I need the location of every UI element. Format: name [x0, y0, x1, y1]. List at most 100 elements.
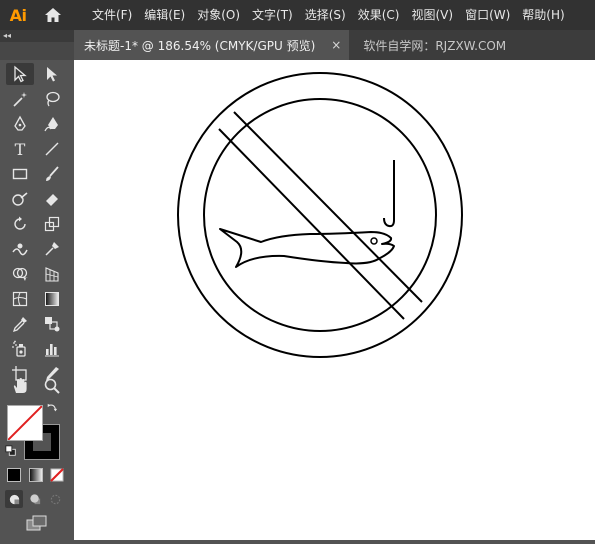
hand-tool[interactable] [6, 375, 34, 397]
menu-items: 文件(F) 编辑(E) 对象(O) 文字(T) 选择(S) 效果(C) 视图(V… [86, 0, 571, 30]
fishing-hook[interactable] [383, 160, 395, 228]
eyedropper-tool[interactable] [6, 313, 34, 335]
document-tab-bar: 未标题-1* @ 186.54% (CMYK/GPU 预览) × 软件自学网：R… [74, 30, 595, 60]
line-segment-tool-icon [45, 142, 59, 156]
pen-tool-icon [14, 115, 26, 131]
paintbrush-tool-icon [46, 166, 59, 181]
tab-close-button[interactable]: × [331, 38, 341, 52]
draw-behind-button[interactable] [26, 490, 44, 508]
gradient-swatch-icon [29, 468, 43, 482]
app-logo: Ai [9, 5, 27, 25]
lasso-tool[interactable] [38, 88, 66, 110]
magic-wand-tool-icon [13, 92, 27, 107]
toolbar-collapse-button[interactable]: ◂◂ [0, 30, 74, 42]
draw-inside-button[interactable] [46, 490, 64, 508]
change-screen-mode-button[interactable] [23, 514, 51, 532]
tools-panel: T [0, 42, 74, 540]
menu-window[interactable]: 窗口(W) [459, 0, 516, 30]
home-button[interactable] [36, 0, 70, 30]
lasso-tool-icon [46, 91, 60, 107]
scale-tool[interactable] [38, 213, 66, 235]
gradient-mode-button[interactable] [27, 466, 45, 484]
hand-tool-icon [13, 378, 27, 393]
menu-bar: Ai 文件(F) 编辑(E) 对象(O) 文字(T) 选择(S) 效果(C) 视… [0, 0, 595, 30]
sign-outer-ring[interactable] [177, 72, 463, 358]
gradient-tool[interactable] [38, 288, 66, 310]
default-colors-icon [5, 445, 16, 456]
type-tool-icon: T [14, 139, 26, 159]
symbol-sprayer-tool[interactable] [6, 338, 34, 360]
shaper-tool[interactable] [6, 188, 34, 210]
no-fishing-sign-artwork[interactable] [74, 60, 595, 540]
tab-watermark-site[interactable]: 软件自学网：RJZXW.COM [349, 30, 516, 60]
type-tool[interactable]: T [6, 138, 34, 160]
color-mode-button[interactable] [5, 466, 23, 484]
draw-normal-icon [9, 494, 19, 504]
pen-tool[interactable] [6, 113, 34, 135]
line-segment-tool[interactable] [38, 138, 66, 160]
home-icon [45, 8, 61, 22]
zoom-tool[interactable] [38, 375, 66, 397]
menu-select[interactable]: 选择(S) [299, 0, 352, 30]
prohibition-line-lower[interactable] [218, 128, 405, 320]
direct-selection-tool[interactable] [38, 63, 66, 85]
mesh-tool[interactable] [6, 288, 34, 310]
puppet-warp-tool[interactable] [38, 238, 66, 260]
tab-title-secondary: 软件自学网：RJZXW.COM [363, 38, 507, 53]
fill-color-swatch[interactable] [7, 405, 43, 441]
menu-type[interactable]: 文字(T) [246, 0, 299, 30]
eraser-tool-icon [46, 194, 58, 206]
swap-arrow-icon [47, 403, 58, 412]
draw-behind-icon [29, 493, 40, 504]
shape-builder-tool-icon [12, 267, 28, 281]
paintbrush-tool[interactable] [38, 163, 66, 185]
artboard-canvas[interactable] [74, 60, 595, 540]
menu-file[interactable]: 文件(F) [86, 0, 138, 30]
tab-untitled-1[interactable]: 未标题-1* @ 186.54% (CMYK/GPU 预览) × [74, 30, 350, 60]
blend-tool-icon [45, 317, 60, 332]
color-icon [7, 468, 21, 482]
scale-tool-icon [44, 216, 60, 232]
warp-tool-icon [12, 243, 28, 256]
eraser-tool[interactable] [38, 188, 66, 210]
puppet-warp-tool-icon [45, 242, 59, 256]
magic-wand-tool[interactable] [6, 88, 34, 110]
direct-selection-tool-icon [47, 67, 57, 82]
eyedropper-tool-icon [12, 317, 27, 333]
perspective-grid-tool-icon [45, 267, 59, 282]
default-fill-stroke-button[interactable] [4, 444, 18, 458]
rectangle-tool-icon [12, 168, 28, 180]
shaper-tool-icon [12, 192, 28, 206]
curvature-tool[interactable] [38, 113, 66, 135]
none-slash-icon [8, 406, 42, 440]
tools-panel-grip[interactable] [0, 42, 74, 60]
sign-inner-ring[interactable] [203, 98, 437, 332]
rotate-tool[interactable] [6, 213, 34, 235]
curvature-tool-icon [44, 117, 58, 132]
shape-builder-tool[interactable] [6, 263, 34, 285]
menu-effect[interactable]: 效果(C) [352, 0, 406, 30]
menu-view[interactable]: 视图(V) [405, 0, 459, 30]
draw-normal-button[interactable] [5, 490, 23, 508]
none-icon [50, 468, 64, 482]
column-graph-tool-icon [45, 344, 59, 357]
warp-tool[interactable] [6, 238, 34, 260]
perspective-grid-tool[interactable] [38, 263, 66, 285]
mesh-tool-icon [12, 291, 28, 307]
selection-tool-icon [14, 65, 27, 83]
draw-inside-icon [50, 494, 60, 504]
fish-eye[interactable] [370, 237, 378, 245]
selection-tool[interactable] [6, 63, 34, 85]
none-mode-button[interactable] [48, 466, 66, 484]
gradient-tool-icon [45, 292, 59, 306]
tab-title: 未标题-1* @ 186.54% (CMYK/GPU 预览) [84, 38, 316, 53]
blend-tool[interactable] [38, 313, 66, 335]
screen-mode-icon [26, 515, 47, 531]
swap-fill-stroke-button[interactable] [45, 401, 59, 415]
zoom-tool-icon [44, 378, 60, 394]
menu-object[interactable]: 对象(O) [191, 0, 246, 30]
rectangle-tool[interactable] [6, 163, 34, 185]
column-graph-tool[interactable] [38, 338, 66, 360]
menu-help[interactable]: 帮助(H) [516, 0, 570, 30]
menu-edit[interactable]: 编辑(E) [138, 0, 191, 30]
